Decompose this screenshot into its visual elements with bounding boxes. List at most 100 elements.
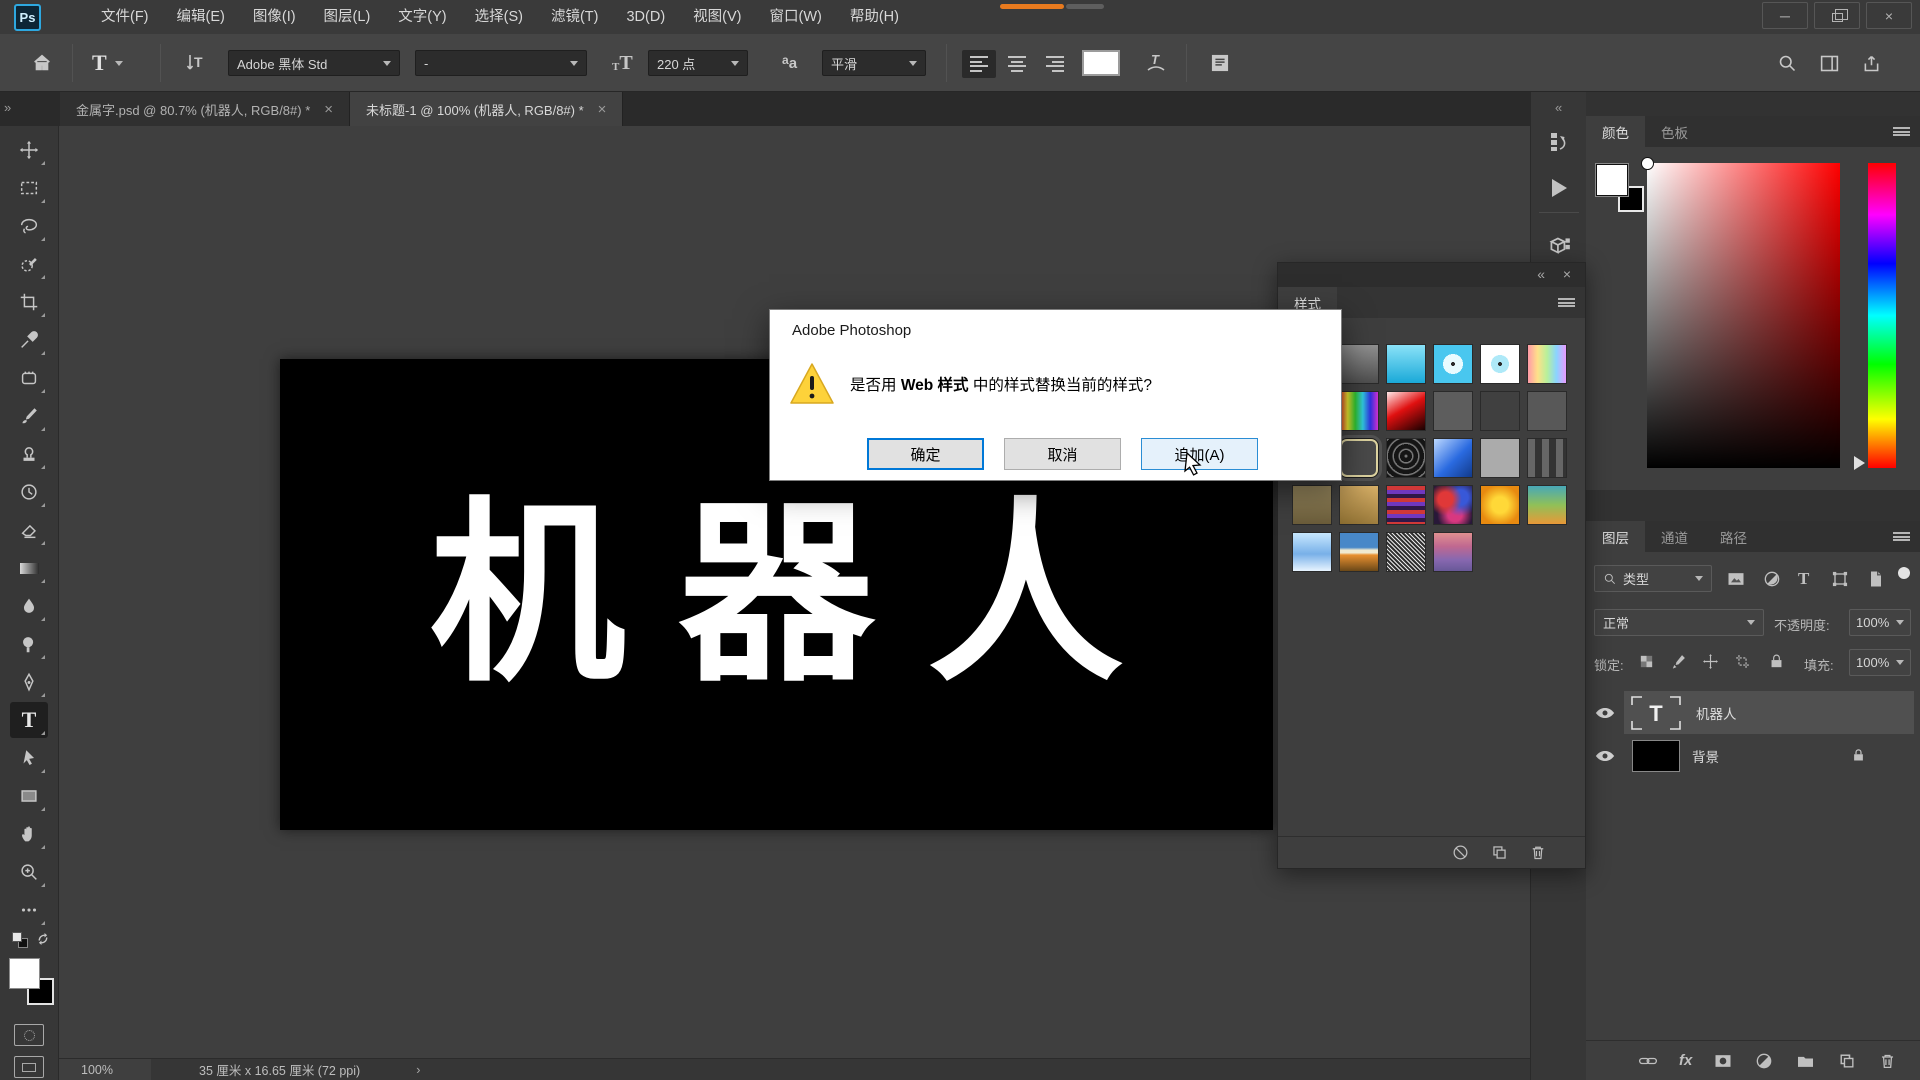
- layer-row-background[interactable]: 背景: [1586, 734, 1920, 777]
- link-layers-icon[interactable]: [1638, 1051, 1658, 1071]
- tab-swatches[interactable]: 色板: [1645, 116, 1704, 147]
- move-tool[interactable]: [10, 132, 48, 168]
- blur-tool[interactable]: [10, 588, 48, 624]
- dodge-tool[interactable]: [10, 626, 48, 662]
- warp-text-icon[interactable]: T: [1140, 50, 1172, 76]
- style-swatch[interactable]: [1528, 439, 1566, 477]
- align-left-button[interactable]: [962, 50, 996, 78]
- hue-slider-handle[interactable]: [1854, 456, 1865, 470]
- layer-row-text[interactable]: T 机器人: [1586, 691, 1920, 734]
- style-swatch[interactable]: [1340, 533, 1378, 571]
- menu-item[interactable]: 滤镜(T): [537, 0, 613, 34]
- menu-item[interactable]: 图像(I): [239, 0, 310, 34]
- history-brush-tool[interactable]: [10, 474, 48, 510]
- style-swatch[interactable]: [1528, 486, 1566, 524]
- hue-slider-strip[interactable]: [1868, 163, 1896, 468]
- style-swatch[interactable]: [1481, 486, 1519, 524]
- menu-item[interactable]: 窗口(W): [756, 0, 836, 34]
- align-right-button[interactable]: [1038, 50, 1072, 78]
- menu-item[interactable]: 文字(Y): [384, 0, 460, 34]
- new-adjustment-layer-icon[interactable]: [1754, 1051, 1774, 1071]
- style-swatch[interactable]: [1481, 439, 1519, 477]
- style-swatch[interactable]: [1387, 345, 1425, 383]
- share-icon[interactable]: [1856, 50, 1886, 76]
- panel-menu-icon[interactable]: [1558, 298, 1575, 307]
- style-swatch[interactable]: [1340, 345, 1378, 383]
- delete-layer-icon[interactable]: [1878, 1051, 1897, 1071]
- edit-toolbar-icon[interactable]: [10, 892, 48, 928]
- style-swatch[interactable]: [1387, 533, 1425, 571]
- tool-preset-picker[interactable]: T: [92, 50, 123, 76]
- minimize-button[interactable]: ─: [1762, 2, 1808, 29]
- screen-mode-icon[interactable]: [14, 1056, 44, 1078]
- lock-position-icon[interactable]: [1702, 653, 1719, 670]
- workspace-switcher-icon[interactable]: [1814, 50, 1844, 76]
- style-swatch[interactable]: [1387, 439, 1425, 477]
- layer-filter-type-select[interactable]: 类型: [1594, 565, 1712, 592]
- quick-selection-tool[interactable]: [10, 246, 48, 282]
- color-foreground-swatch[interactable]: [1596, 164, 1628, 196]
- menu-item[interactable]: 3D(D): [612, 0, 679, 34]
- status-chevron-icon[interactable]: ›: [416, 1063, 420, 1077]
- tab-paths[interactable]: 路径: [1704, 521, 1763, 552]
- background-layer-thumbnail[interactable]: [1632, 740, 1680, 772]
- new-style-icon[interactable]: [1490, 843, 1509, 862]
- style-swatch[interactable]: [1434, 439, 1472, 477]
- style-swatch[interactable]: [1293, 486, 1331, 524]
- properties-panel-icon[interactable]: [1545, 232, 1573, 260]
- lock-all-icon[interactable]: [1768, 653, 1785, 670]
- new-group-icon[interactable]: [1795, 1051, 1816, 1071]
- lock-artboard-icon[interactable]: [1734, 653, 1751, 670]
- toggle-panels-icon[interactable]: [1204, 50, 1236, 76]
- swap-colors-icon[interactable]: [34, 930, 52, 948]
- cancel-button[interactable]: 取消: [1004, 438, 1121, 470]
- style-swatch[interactable]: [1528, 345, 1566, 383]
- tab-layers[interactable]: 图层: [1586, 521, 1645, 552]
- filter-pixel-layers-icon[interactable]: [1726, 569, 1746, 589]
- type-layer-thumbnail[interactable]: T: [1628, 693, 1684, 733]
- menu-item[interactable]: 选择(S): [461, 0, 537, 34]
- menu-item[interactable]: 文件(F): [87, 0, 163, 34]
- filter-shape-layers-icon[interactable]: [1830, 569, 1850, 589]
- style-swatch[interactable]: [1340, 392, 1378, 430]
- font-style-select[interactable]: -: [415, 50, 587, 76]
- tab-close-icon[interactable]: ×: [598, 101, 607, 118]
- actions-panel-icon[interactable]: [1545, 174, 1573, 202]
- menu-item[interactable]: 编辑(E): [163, 0, 239, 34]
- styles-panel-header[interactable]: « ×: [1278, 263, 1585, 287]
- filter-smart-objects-icon[interactable]: [1866, 569, 1886, 589]
- delete-style-icon[interactable]: [1529, 843, 1547, 862]
- rectangular-marquee-tool[interactable]: [10, 170, 48, 206]
- opacity-field[interactable]: 100%: [1849, 609, 1911, 636]
- default-colors-icon[interactable]: [12, 932, 22, 942]
- history-panel-icon[interactable]: [1545, 128, 1573, 156]
- collapse-panel-icon[interactable]: «: [1537, 266, 1545, 282]
- saturation-brightness-field[interactable]: [1647, 163, 1840, 468]
- expand-panels-icon[interactable]: »: [4, 100, 11, 115]
- menu-item[interactable]: 帮助(H): [836, 0, 913, 34]
- blend-mode-select[interactable]: 正常: [1594, 609, 1764, 636]
- text-orientation-icon[interactable]: T: [180, 50, 210, 76]
- tab-channels[interactable]: 通道: [1645, 521, 1704, 552]
- close-panel-icon[interactable]: ×: [1563, 266, 1571, 282]
- hand-tool[interactable]: [10, 816, 48, 852]
- ok-button[interactable]: 确定: [867, 438, 984, 470]
- panel-menu-icon[interactable]: [1893, 532, 1910, 541]
- font-size-select[interactable]: 220 点: [648, 50, 748, 76]
- path-selection-tool[interactable]: [10, 740, 48, 776]
- style-swatch[interactable]: [1434, 486, 1472, 524]
- search-icon[interactable]: [1772, 50, 1802, 76]
- style-swatch[interactable]: [1481, 392, 1519, 430]
- font-family-select[interactable]: Adobe 黑体 Std: [228, 50, 400, 76]
- zoom-tool[interactable]: [10, 854, 48, 890]
- horizontal-type-tool[interactable]: T: [10, 702, 48, 738]
- style-swatch[interactable]: [1434, 345, 1472, 383]
- menu-item[interactable]: 图层(L): [310, 0, 385, 34]
- filter-type-layers-icon[interactable]: T: [1798, 569, 1809, 589]
- style-swatch[interactable]: [1340, 486, 1378, 524]
- style-swatch[interactable]: [1434, 533, 1472, 571]
- foreground-color-swatch[interactable]: [9, 958, 40, 989]
- align-center-button[interactable]: [1000, 50, 1034, 78]
- zoom-level-field[interactable]: 100%: [59, 1059, 151, 1080]
- document-tab[interactable]: 金属字.psd @ 80.7% (机器人, RGB/8#) * ×: [60, 92, 350, 126]
